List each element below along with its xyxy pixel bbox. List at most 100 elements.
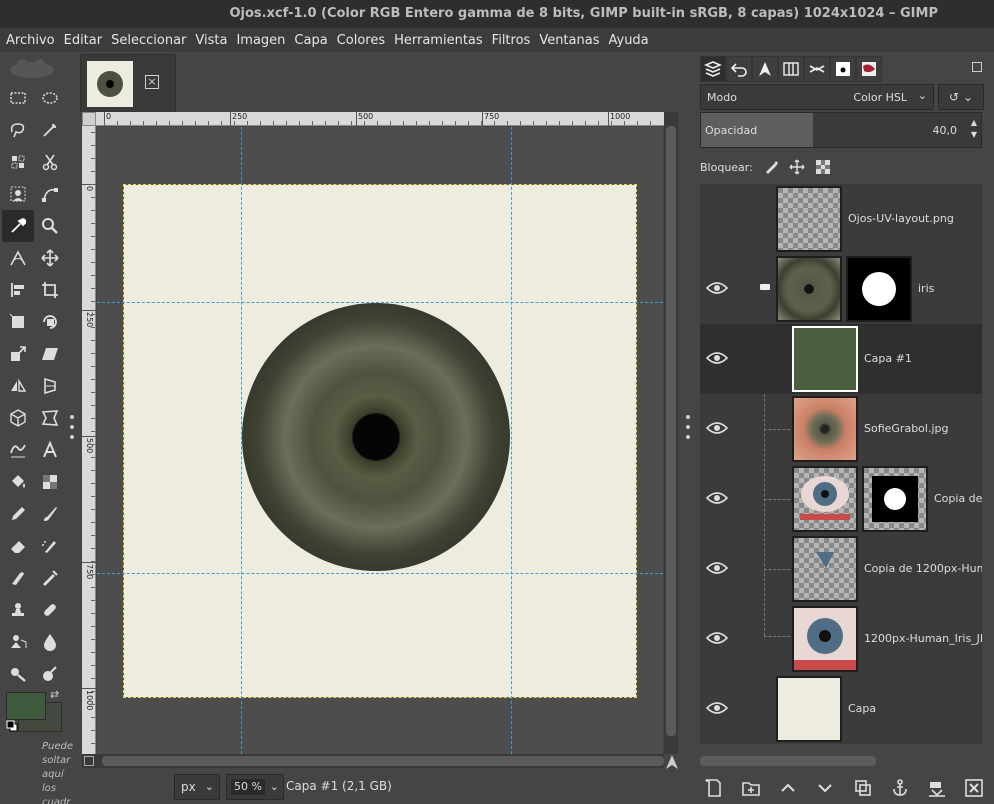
swap-colors-icon[interactable]: ⇄ xyxy=(50,688,59,701)
menu-editar[interactable]: Editar xyxy=(60,33,107,48)
menu-capa[interactable]: Capa xyxy=(290,33,331,48)
tool-button[interactable] xyxy=(34,658,66,690)
tool-button[interactable] xyxy=(34,626,66,658)
menu-ventanas[interactable]: Ventanas xyxy=(535,33,603,48)
tool-button[interactable] xyxy=(2,242,34,274)
opacity-spin-icon[interactable]: ▲ ▼ xyxy=(971,117,977,141)
menu-herramientas[interactable]: Herramientas xyxy=(390,33,487,48)
tool-button[interactable] xyxy=(2,306,34,338)
tool-button[interactable] xyxy=(2,434,34,466)
tool-button[interactable] xyxy=(2,498,34,530)
tool-button[interactable] xyxy=(2,82,34,114)
tool-button[interactable] xyxy=(34,498,66,530)
tool-button[interactable] xyxy=(34,370,66,402)
tool-button[interactable] xyxy=(2,466,34,498)
guide-vertical[interactable] xyxy=(511,127,512,754)
tool-button[interactable] xyxy=(2,146,34,178)
lock-pixels-icon[interactable] xyxy=(763,159,779,175)
dock-menu-icon[interactable] xyxy=(972,62,982,72)
eye-icon[interactable] xyxy=(706,351,728,365)
tab-brushes[interactable] xyxy=(804,56,830,82)
tool-button[interactable] xyxy=(2,338,34,370)
composite-mode-button[interactable]: ↺ ⌄ xyxy=(938,84,984,110)
tool-button[interactable] xyxy=(2,274,34,306)
tool-button[interactable] xyxy=(2,402,34,434)
anchor-layer-icon[interactable] xyxy=(890,778,910,798)
layer-row[interactable]: Copia de xyxy=(700,464,982,534)
delete-layer-icon[interactable] xyxy=(964,778,984,798)
tool-button[interactable] xyxy=(2,370,34,402)
eye-icon[interactable] xyxy=(706,491,728,505)
vertical-scrollbar[interactable] xyxy=(664,112,678,754)
horizontal-scrollbar[interactable] xyxy=(82,754,664,768)
tool-button[interactable] xyxy=(34,242,66,274)
tab-paths[interactable] xyxy=(752,56,778,82)
menu-ayuda[interactable]: Ayuda xyxy=(604,33,652,48)
layer-row[interactable]: Ojos-UV-layout.png xyxy=(700,184,982,254)
menu-filtros[interactable]: Filtros xyxy=(488,33,535,48)
layer-mode-select[interactable]: Modo Color HSL ⌄ xyxy=(700,84,934,110)
close-tab-icon[interactable]: × xyxy=(145,75,159,89)
tool-button[interactable] xyxy=(2,114,34,146)
eye-icon[interactable] xyxy=(706,281,728,295)
collapse-group-icon[interactable] xyxy=(760,284,770,290)
layer-row[interactable]: Copia de 1200px-Huma xyxy=(700,534,982,604)
tool-button[interactable] xyxy=(34,338,66,370)
menu-imagen[interactable]: Imagen xyxy=(232,33,289,48)
tab-gradients[interactable] xyxy=(856,56,882,82)
tab-layers[interactable] xyxy=(700,56,726,82)
unit-select[interactable]: px ⌄ xyxy=(174,774,220,800)
menu-vista[interactable]: Vista xyxy=(191,33,231,48)
tool-button[interactable] xyxy=(2,562,34,594)
eye-icon[interactable] xyxy=(706,421,728,435)
guide-vertical[interactable] xyxy=(241,127,242,754)
tool-button[interactable] xyxy=(2,658,34,690)
tool-button[interactable] xyxy=(2,594,34,626)
guide-horizontal[interactable] xyxy=(97,573,663,574)
new-layer-icon[interactable] xyxy=(704,778,724,798)
tool-button[interactable] xyxy=(34,530,66,562)
quick-mask-toggle[interactable] xyxy=(84,756,94,766)
tool-button[interactable] xyxy=(34,210,66,242)
layer-row[interactable]: SofieGrabol.jpg xyxy=(700,394,982,464)
opacity-slider[interactable]: Opacidad 40,0 ▲ ▼ xyxy=(700,112,982,148)
tool-button[interactable] xyxy=(34,146,66,178)
default-colors-icon[interactable] xyxy=(6,720,18,732)
tab-channels[interactable] xyxy=(778,56,804,82)
eye-icon[interactable] xyxy=(706,701,728,715)
tool-button[interactable] xyxy=(34,562,66,594)
menu-seleccionar[interactable]: Seleccionar xyxy=(107,33,190,48)
tool-button[interactable] xyxy=(34,402,66,434)
tab-patterns[interactable] xyxy=(830,56,856,82)
image-tab[interactable]: × xyxy=(80,54,176,112)
tool-button[interactable] xyxy=(2,626,34,658)
raise-layer-icon[interactable] xyxy=(778,778,798,798)
horizontal-ruler[interactable]: 0 250 500 750 1000 xyxy=(82,112,664,126)
canvas[interactable] xyxy=(97,127,663,754)
layer-row-selected[interactable]: Capa #1 xyxy=(700,324,982,394)
menu-archivo[interactable]: Archivo xyxy=(2,33,59,48)
vertical-ruler[interactable]: 0 250 500 750 1000 xyxy=(82,126,96,754)
eye-icon[interactable] xyxy=(706,631,728,645)
navigate-icon[interactable] xyxy=(665,754,679,770)
dock-splitter[interactable] xyxy=(686,415,690,439)
tool-button[interactable] xyxy=(34,434,66,466)
menu-colores[interactable]: Colores xyxy=(333,33,389,48)
tool-button[interactable] xyxy=(34,466,66,498)
tool-button[interactable] xyxy=(34,178,66,210)
eye-icon[interactable] xyxy=(706,561,728,575)
tool-button[interactable] xyxy=(34,306,66,338)
duplicate-layer-icon[interactable] xyxy=(853,778,873,798)
tool-button[interactable] xyxy=(2,210,34,242)
lock-position-icon[interactable] xyxy=(789,159,805,175)
zoom-select[interactable]: 50 % ⌄ xyxy=(226,774,284,800)
lower-layer-icon[interactable] xyxy=(815,778,835,798)
tool-button[interactable] xyxy=(34,274,66,306)
tab-undo-history[interactable] xyxy=(726,56,752,82)
layer-row[interactable]: iris xyxy=(700,254,982,324)
ruler-menu-icon[interactable] xyxy=(82,112,96,126)
tool-button[interactable] xyxy=(2,178,34,210)
layer-row[interactable]: Capa xyxy=(700,674,982,744)
tool-button[interactable] xyxy=(34,82,66,114)
layer-row[interactable]: 1200px-Human_Iris_JD0 xyxy=(700,604,982,674)
